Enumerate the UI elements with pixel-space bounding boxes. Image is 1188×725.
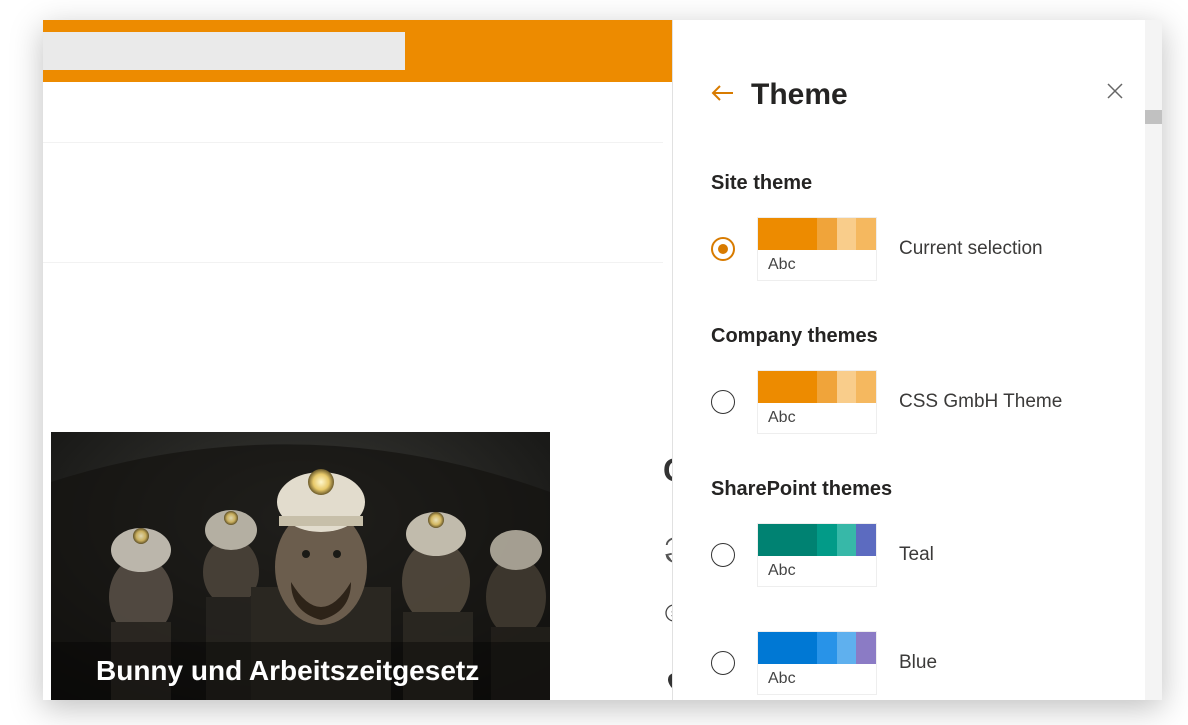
theme-label: Current selection bbox=[899, 238, 1043, 260]
search-input[interactable] bbox=[43, 32, 405, 70]
theme-swatch: Abc bbox=[757, 523, 877, 587]
theme-option-current[interactable]: Abc Current selection bbox=[711, 217, 1132, 281]
radio-icon[interactable] bbox=[711, 543, 735, 567]
swatch-sample-text: Abc bbox=[758, 250, 876, 280]
hero-news-card[interactable]: Bunny und Arbeitszeitgesetz bbox=[51, 432, 550, 700]
main-content: Bunny und Arbeitszeitgesetz bbox=[43, 82, 663, 700]
back-arrow-icon[interactable] bbox=[711, 83, 735, 107]
site-theme-heading: Site theme bbox=[711, 172, 1132, 195]
theme-label: CSS GmbH Theme bbox=[899, 391, 1062, 413]
theme-option-blue[interactable]: Abc Blue bbox=[711, 631, 1132, 695]
swatch-sample-text: Abc bbox=[758, 403, 876, 433]
theme-swatch: Abc bbox=[757, 370, 877, 434]
close-icon[interactable] bbox=[1106, 82, 1124, 106]
theme-option-css-gmbh[interactable]: Abc CSS GmbH Theme bbox=[711, 370, 1132, 434]
radio-icon[interactable] bbox=[711, 390, 735, 414]
company-themes-heading: Company themes bbox=[711, 325, 1132, 348]
radio-icon[interactable] bbox=[711, 651, 735, 675]
panel-title: Theme bbox=[751, 78, 848, 112]
theme-swatch: Abc bbox=[757, 631, 877, 695]
hero-title: Bunny und Arbeitszeitgesetz bbox=[96, 655, 479, 687]
radio-selected-icon[interactable] bbox=[711, 237, 735, 261]
theme-panel: Theme Site theme Abc Current selection C… bbox=[672, 20, 1162, 700]
sharepoint-themes-heading: SharePoint themes bbox=[711, 478, 1132, 501]
theme-label: Blue bbox=[899, 652, 937, 674]
theme-label: Teal bbox=[899, 544, 934, 566]
swatch-sample-text: Abc bbox=[758, 664, 876, 694]
theme-option-teal[interactable]: Abc Teal bbox=[711, 523, 1132, 587]
theme-swatch: Abc bbox=[757, 217, 877, 281]
swatch-sample-text: Abc bbox=[758, 556, 876, 586]
panel-scrollbar[interactable] bbox=[1145, 20, 1162, 700]
